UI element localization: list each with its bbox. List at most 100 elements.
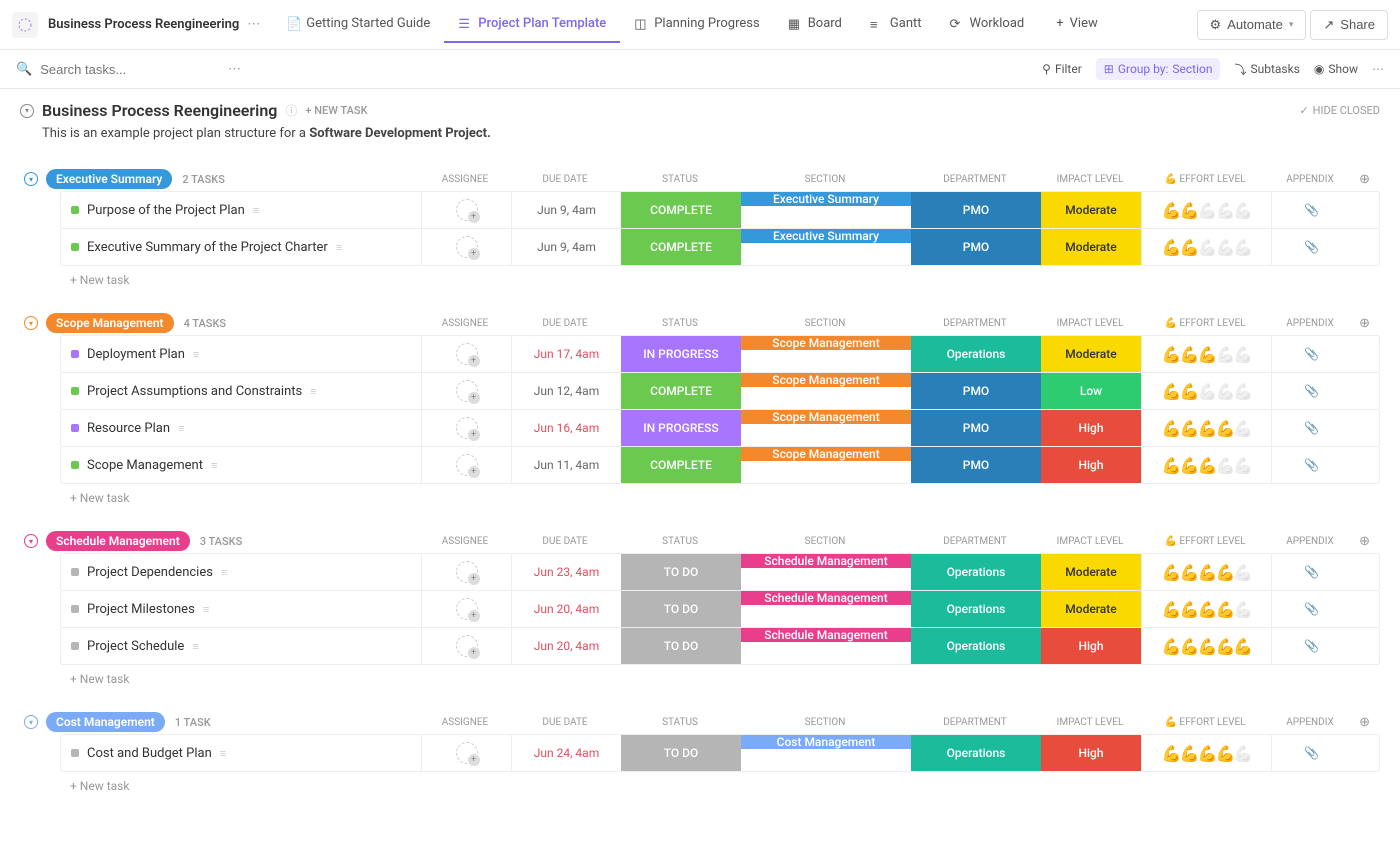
appendix-cell[interactable]: 📎: [1271, 554, 1351, 590]
impact-cell[interactable]: Low: [1041, 373, 1141, 409]
col-header-section[interactable]: SECTION: [740, 318, 910, 329]
appendix-cell[interactable]: 📎: [1271, 447, 1351, 483]
col-header-section[interactable]: SECTION: [740, 717, 910, 728]
appendix-cell[interactable]: 📎: [1271, 628, 1351, 664]
section-cell[interactable]: Cost Management: [741, 735, 911, 749]
task-name-cell[interactable]: Deployment Plan ≡: [61, 336, 421, 372]
appendix-cell[interactable]: 📎: [1271, 192, 1351, 228]
appendix-cell[interactable]: 📎: [1271, 591, 1351, 627]
due-cell[interactable]: Jun 24, 4am: [511, 735, 621, 771]
dept-cell[interactable]: PMO: [911, 447, 1041, 483]
section-cell[interactable]: Scope Management: [741, 410, 911, 424]
chevron-down-icon[interactable]: ▾: [24, 534, 38, 548]
subtasks-button[interactable]: ⤵ Subtasks: [1234, 61, 1299, 78]
status-cell[interactable]: TO DO: [621, 591, 741, 627]
task-row[interactable]: Project Schedule ≡ Jun 20, 4am TO DO Sch…: [60, 627, 1380, 665]
task-menu-icon[interactable]: ≡: [193, 348, 199, 361]
due-cell[interactable]: Jun 20, 4am: [511, 628, 621, 664]
new-task-button[interactable]: + New task: [70, 483, 1380, 509]
task-menu-icon[interactable]: ≡: [221, 566, 227, 579]
assignee-cell[interactable]: [421, 554, 511, 590]
task-menu-icon[interactable]: ≡: [336, 241, 342, 254]
col-header-status[interactable]: STATUS: [620, 174, 740, 185]
view-tab-project-plan-template[interactable]: ☰Project Plan Template: [444, 6, 620, 43]
new-task-button[interactable]: + New task: [70, 265, 1380, 291]
assignee-cell[interactable]: [421, 628, 511, 664]
effort-cell[interactable]: 💪💪💪💪💪: [1141, 229, 1271, 265]
add-column-button[interactable]: ⊕: [1359, 534, 1380, 549]
search-box[interactable]: 🔍: [16, 62, 216, 77]
assignee-cell[interactable]: [421, 591, 511, 627]
add-column-button[interactable]: ⊕: [1359, 172, 1380, 187]
dept-cell[interactable]: Operations: [911, 554, 1041, 590]
effort-cell[interactable]: 💪💪💪💪💪: [1141, 336, 1271, 372]
impact-cell[interactable]: High: [1041, 447, 1141, 483]
section-cell[interactable]: Scope Management: [741, 336, 911, 350]
project-name[interactable]: Business Process Reengineering: [48, 17, 239, 32]
col-header-dept[interactable]: DEPARTMENT: [910, 536, 1040, 547]
assignee-cell[interactable]: [421, 336, 511, 372]
task-menu-icon[interactable]: ≡: [310, 385, 316, 398]
section-badge[interactable]: Cost Management: [46, 712, 165, 732]
due-cell[interactable]: Jun 9, 4am: [511, 192, 621, 228]
due-cell[interactable]: Jun 11, 4am: [511, 447, 621, 483]
dept-cell[interactable]: PMO: [911, 229, 1041, 265]
dept-cell[interactable]: PMO: [911, 373, 1041, 409]
effort-cell[interactable]: 💪💪💪💪💪: [1141, 735, 1271, 771]
section-cell[interactable]: Executive Summary: [741, 229, 911, 243]
section-cell[interactable]: Schedule Management: [741, 591, 911, 605]
col-header-assignee[interactable]: ASSIGNEE: [420, 318, 510, 329]
effort-cell[interactable]: 💪💪💪💪💪: [1141, 410, 1271, 446]
search-input[interactable]: [40, 62, 216, 77]
add-view-button[interactable]: + + View View: [1042, 6, 1112, 43]
due-cell[interactable]: Jun 9, 4am: [511, 229, 621, 265]
appendix-cell[interactable]: 📎: [1271, 229, 1351, 265]
section-badge[interactable]: Scope Management: [46, 313, 174, 333]
section-cell[interactable]: Scope Management: [741, 373, 911, 387]
col-header-status[interactable]: STATUS: [620, 536, 740, 547]
impact-cell[interactable]: Moderate: [1041, 192, 1141, 228]
status-cell[interactable]: COMPLETE: [621, 229, 741, 265]
view-tab-getting-started-guide[interactable]: 📄Getting Started Guide: [272, 6, 444, 43]
appendix-cell[interactable]: 📎: [1271, 336, 1351, 372]
section-cell[interactable]: Executive Summary: [741, 192, 911, 206]
section-cell[interactable]: Scope Management: [741, 447, 911, 461]
status-cell[interactable]: IN PROGRESS: [621, 336, 741, 372]
dept-cell[interactable]: Operations: [911, 628, 1041, 664]
col-header-section[interactable]: SECTION: [740, 174, 910, 185]
new-task-button[interactable]: + New task: [70, 771, 1380, 797]
status-cell[interactable]: TO DO: [621, 628, 741, 664]
task-row[interactable]: Project Milestones ≡ Jun 20, 4am TO DO S…: [60, 590, 1380, 628]
col-header-due[interactable]: DUE DATE: [510, 318, 620, 329]
task-row[interactable]: Project Dependencies ≡ Jun 23, 4am TO DO…: [60, 553, 1380, 591]
effort-cell[interactable]: 💪💪💪💪💪: [1141, 554, 1271, 590]
chevron-down-icon[interactable]: ▾: [24, 715, 38, 729]
impact-cell[interactable]: High: [1041, 410, 1141, 446]
task-name-cell[interactable]: Project Dependencies ≡: [61, 554, 421, 590]
task-name-cell[interactable]: Purpose of the Project Plan ≡: [61, 192, 421, 228]
view-tab-workload[interactable]: ⟳Workload: [936, 6, 1039, 43]
dept-cell[interactable]: PMO: [911, 192, 1041, 228]
chevron-down-icon[interactable]: ▾: [24, 172, 38, 186]
more-filters-icon[interactable]: ⋯: [1372, 62, 1384, 76]
col-header-appendix[interactable]: APPENDIX: [1270, 174, 1350, 185]
hide-closed-button[interactable]: ✓ HIDE CLOSED: [1299, 104, 1380, 117]
impact-cell[interactable]: Moderate: [1041, 229, 1141, 265]
assignee-cell[interactable]: [421, 735, 511, 771]
task-menu-icon[interactable]: ≡: [192, 640, 198, 653]
dept-cell[interactable]: Operations: [911, 591, 1041, 627]
appendix-cell[interactable]: 📎: [1271, 735, 1351, 771]
col-header-impact[interactable]: IMPACT LEVEL: [1040, 536, 1140, 547]
due-cell[interactable]: Jun 23, 4am: [511, 554, 621, 590]
task-row[interactable]: Executive Summary of the Project Charter…: [60, 228, 1380, 266]
assignee-cell[interactable]: [421, 192, 511, 228]
new-task-button[interactable]: + New task: [70, 664, 1380, 690]
filter-button[interactable]: ⚲ Filter: [1042, 62, 1082, 76]
automate-button[interactable]: ⚙ Automate ▾: [1197, 10, 1307, 40]
task-row[interactable]: Scope Management ≡ Jun 11, 4am COMPLETE …: [60, 446, 1380, 484]
due-cell[interactable]: Jun 12, 4am: [511, 373, 621, 409]
view-tab-board[interactable]: ▦Board: [774, 6, 856, 43]
task-row[interactable]: Purpose of the Project Plan ≡ Jun 9, 4am…: [60, 191, 1380, 229]
task-name-cell[interactable]: Scope Management ≡: [61, 447, 421, 483]
col-header-appendix[interactable]: APPENDIX: [1270, 536, 1350, 547]
